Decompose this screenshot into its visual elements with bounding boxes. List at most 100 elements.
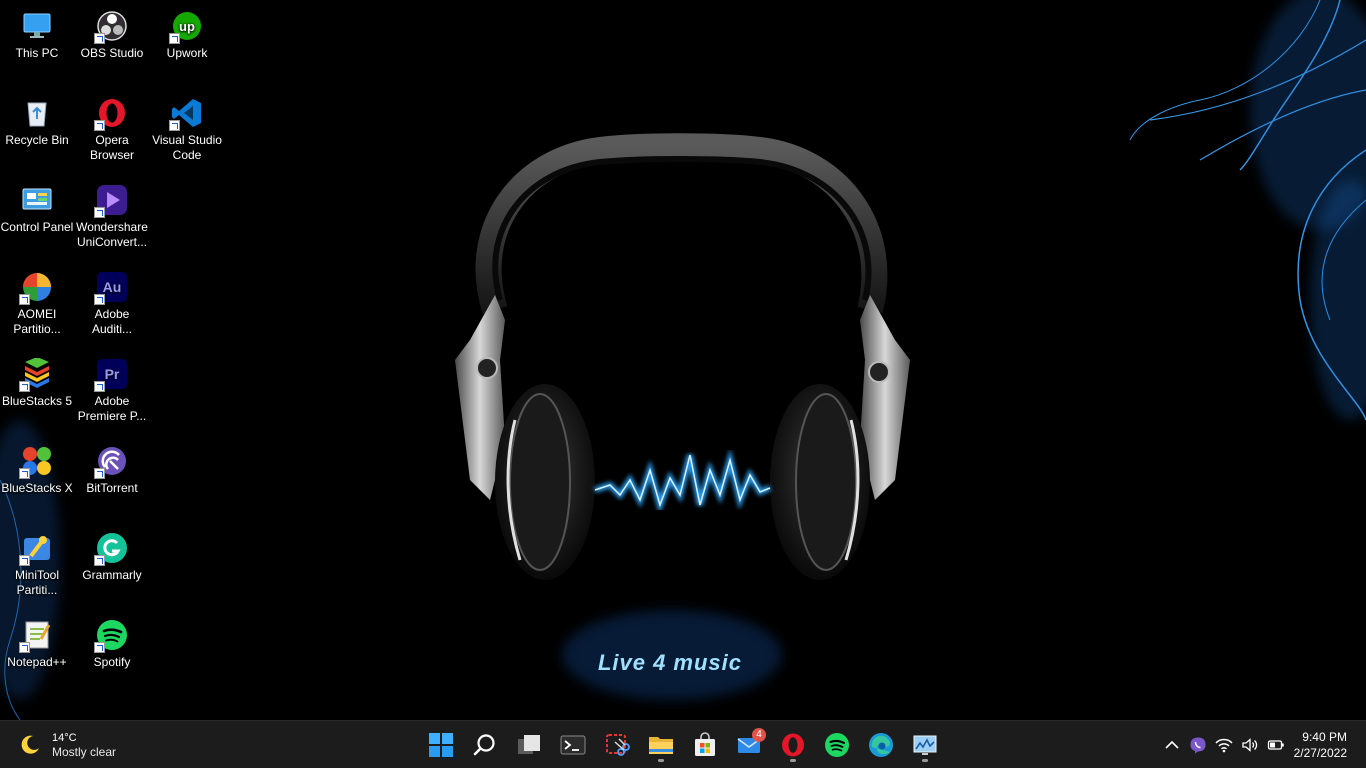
- desktop-icon-label: MiniTool Partiti...: [14, 568, 59, 597]
- bluestacks5-icon: [19, 358, 53, 392]
- tray-viber[interactable]: [1188, 735, 1208, 755]
- shortcut-arrow-icon: [19, 294, 30, 305]
- chevron-up-icon: [1165, 740, 1179, 749]
- desktop-icon-label: Visual Studio Code: [152, 133, 222, 162]
- tray-wifi[interactable]: [1214, 735, 1234, 755]
- shortcut-arrow-icon: [94, 555, 105, 566]
- monitor-chart-icon: [913, 735, 937, 755]
- desktop-icon-adobe-audition[interactable]: Au Adobe Auditi...: [75, 263, 149, 345]
- adobe-audition-icon: Au: [94, 271, 128, 305]
- desktop-icon-recycle-bin[interactable]: Recycle Bin: [0, 89, 74, 171]
- shortcut-arrow-icon: [94, 207, 105, 218]
- desktop-icon-label: Wondershare UniConvert...: [76, 220, 148, 249]
- shortcut-arrow-icon: [94, 468, 105, 479]
- desktop-icon-label: Upwork: [166, 46, 208, 60]
- desktop-icon-wondershare[interactable]: Wondershare UniConvert...: [75, 176, 149, 258]
- shortcut-arrow-icon: [94, 120, 105, 131]
- weather-temperature: 14°C: [52, 731, 77, 744]
- running-indicator: [922, 759, 928, 762]
- desktop-icon-obs-studio[interactable]: OBS Studio: [75, 2, 149, 84]
- snipping-tool-icon: [606, 734, 630, 756]
- taskbar-clock[interactable]: 9:40 PM 2/27/2022: [1294, 729, 1347, 761]
- desktop-icon-label: Notepad++: [7, 655, 67, 669]
- desktop-icon-upwork[interactable]: up Upwork: [150, 2, 224, 84]
- taskbar-edge[interactable]: [862, 727, 900, 763]
- moon-icon: [21, 735, 39, 754]
- desktop-icon-grammarly[interactable]: Grammarly: [75, 524, 149, 606]
- shortcut-arrow-icon: [169, 33, 180, 44]
- wondershare-icon: [94, 184, 128, 218]
- desktop-icon-vscode[interactable]: Visual Studio Code: [150, 89, 224, 171]
- shortcut-arrow-icon: [19, 468, 30, 479]
- desktop-icon-label: Adobe Premiere P...: [77, 394, 147, 423]
- shortcut-arrow-icon: [94, 381, 105, 392]
- wifi-icon: [1215, 738, 1233, 753]
- recycle-bin-icon: [21, 97, 53, 129]
- windows-start-icon: [429, 733, 453, 757]
- viber-icon: [1190, 737, 1206, 754]
- spotify-icon: [94, 619, 128, 653]
- desktop-icon-label: Recycle Bin: [5, 133, 69, 147]
- desktop-icon-label: Adobe Auditi...: [91, 307, 133, 336]
- shortcut-arrow-icon: [169, 120, 180, 131]
- taskbar-resource-monitor[interactable]: [906, 727, 944, 763]
- adobe-premiere-icon: Pr: [94, 358, 128, 392]
- show-hidden-icons-button[interactable]: [1162, 735, 1182, 755]
- start-button[interactable]: [422, 727, 460, 763]
- shortcut-arrow-icon: [94, 294, 105, 305]
- taskbar-terminal[interactable]: [554, 727, 592, 763]
- minitool-icon: [19, 532, 53, 566]
- this-pc-icon: [21, 10, 53, 42]
- weather-condition: Mostly clear: [52, 744, 117, 759]
- mail-unread-badge: 4: [752, 728, 766, 742]
- desktop-icon-minitool[interactable]: MiniTool Partiti...: [0, 524, 74, 606]
- desktop-icon-label: Spotify: [93, 655, 131, 669]
- volume-icon: [1242, 738, 1258, 752]
- task-view-icon: [518, 735, 540, 754]
- tray-volume[interactable]: [1240, 735, 1260, 755]
- desktop-icon-label: AOMEI Partitio...: [13, 307, 61, 336]
- taskbar-file-explorer[interactable]: [642, 727, 680, 763]
- desktop-icon-label: Grammarly: [82, 568, 142, 582]
- notepadpp-icon: [19, 619, 53, 653]
- desktop-icon-bluestacks-x[interactable]: BlueStacks X: [0, 437, 74, 519]
- folder-icon: [649, 737, 673, 754]
- task-view-button[interactable]: [510, 727, 548, 763]
- grammarly-icon: [94, 532, 128, 566]
- tray-battery[interactable]: [1266, 735, 1286, 755]
- weather-widget[interactable]: 14°C Mostly clear: [18, 729, 116, 761]
- svg-text:Pr: Pr: [105, 366, 120, 382]
- desktop-icon-this-pc[interactable]: This PC: [0, 2, 74, 84]
- desktop-icon-label: This PC: [15, 46, 59, 60]
- edge-icon: [869, 733, 893, 757]
- desktop-icon-aomei[interactable]: AOMEI Partitio...: [0, 263, 74, 345]
- clock-time: 9:40 PM: [1302, 730, 1347, 744]
- obs-studio-icon: [94, 10, 128, 44]
- taskbar-microsoft-store[interactable]: [686, 727, 724, 763]
- desktop-icon-control-panel[interactable]: Control Panel: [0, 176, 74, 258]
- taskbar-snipping-tool[interactable]: [598, 727, 636, 763]
- taskbar-spotify[interactable]: [818, 727, 856, 763]
- taskbar-opera[interactable]: [774, 727, 812, 763]
- system-tray: [1162, 733, 1286, 757]
- running-indicator: [658, 759, 664, 762]
- desktop-icon-bittorrent[interactable]: BitTorrent: [75, 437, 149, 519]
- desktop-icon-label: Opera Browser: [89, 133, 134, 162]
- desktop-icon-adobe-premiere[interactable]: Pr Adobe Premiere P...: [75, 350, 149, 432]
- shortcut-arrow-icon: [94, 33, 105, 44]
- vscode-icon: [169, 97, 203, 131]
- desktop-icon-notepadpp[interactable]: Notepad++: [0, 611, 74, 693]
- search-button[interactable]: [466, 727, 504, 763]
- store-icon: [695, 732, 715, 756]
- terminal-icon: [560, 735, 586, 755]
- bittorrent-icon: [94, 445, 128, 479]
- taskbar-mail[interactable]: 4: [730, 727, 768, 763]
- desktop-icon-opera[interactable]: Opera Browser: [75, 89, 149, 171]
- upwork-icon: up: [169, 10, 203, 44]
- desktop-icon-bluestacks5[interactable]: BlueStacks 5: [0, 350, 74, 432]
- clock-date: 2/27/2022: [1293, 746, 1347, 760]
- shortcut-arrow-icon: [19, 642, 30, 653]
- control-panel-icon: [21, 184, 53, 216]
- aomei-icon: [19, 271, 53, 305]
- desktop-icon-spotify[interactable]: Spotify: [75, 611, 149, 693]
